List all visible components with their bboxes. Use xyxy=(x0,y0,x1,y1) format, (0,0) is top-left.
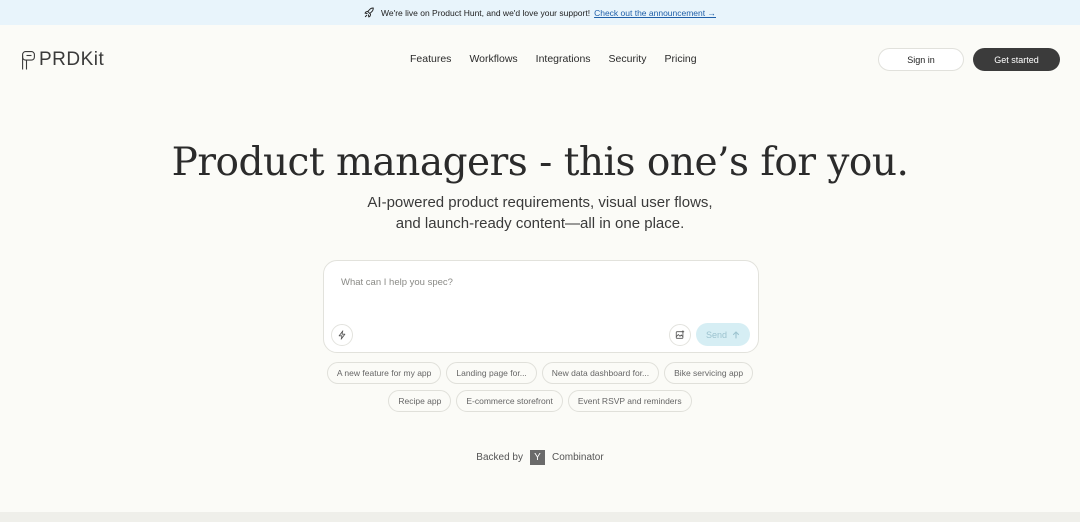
lightning-icon xyxy=(338,330,346,340)
suggestion-chip[interactable]: Landing page for... xyxy=(446,362,537,384)
rocket-icon xyxy=(364,7,375,18)
hero-subtitle-line-2: and launch-ready content—all in one plac… xyxy=(395,215,685,232)
nav-link-security[interactable]: Security xyxy=(609,53,647,65)
send-button[interactable]: Send xyxy=(696,323,750,346)
announcement-bar: We're live on Product Hunt, and we'd lov… xyxy=(0,0,1080,25)
top-nav: PRDKit Features Workflows Integrations S… xyxy=(0,25,1080,95)
brand-logo[interactable]: PRDKit xyxy=(22,49,104,71)
suggestion-chip[interactable]: E-commerce storefront xyxy=(456,390,563,412)
arrow-up-icon xyxy=(732,330,740,339)
suggestion-chip[interactable]: New data dashboard for... xyxy=(541,362,660,384)
image-add-icon xyxy=(675,330,685,339)
nav-link-integrations[interactable]: Integrations xyxy=(536,53,591,65)
nav-link-workflows[interactable]: Workflows xyxy=(469,53,517,65)
hero-title: Product managers - this one’s for you. xyxy=(171,140,909,185)
nav-link-pricing[interactable]: Pricing xyxy=(664,53,696,65)
suggestion-row-1: A new feature for my app Landing page fo… xyxy=(0,362,1080,384)
send-label: Send xyxy=(705,329,728,340)
backed-by-suffix: Combinator xyxy=(552,452,604,463)
footer-strip xyxy=(0,512,1080,522)
suggestion-chip[interactable]: A new feature for my app xyxy=(326,362,442,384)
attach-image-button[interactable] xyxy=(669,324,691,346)
get-started-button[interactable]: Get started xyxy=(973,48,1060,71)
backed-by-prefix: Backed by xyxy=(476,452,523,463)
hero-subtitle-line-1: AI-powered product requirements, visual … xyxy=(367,194,713,211)
backed-by: Backed by Y Combinator xyxy=(0,450,1080,465)
announcement-link[interactable]: Check out the announcement → xyxy=(594,8,716,18)
prompt-box: Send xyxy=(323,260,759,353)
suggestion-chip[interactable]: Recipe app xyxy=(388,390,452,412)
suggestion-chip[interactable]: Event RSVP and reminders xyxy=(567,390,692,412)
suggestion-chip[interactable]: Bike servicing app xyxy=(664,362,754,384)
brand-name: PRDKit xyxy=(39,49,105,70)
prdkit-logo-mark xyxy=(22,50,35,69)
y-combinator-logo: Y xyxy=(530,450,545,465)
hero-subtitle: AI-powered product requirements, visual … xyxy=(0,192,1080,234)
announcement-text: We're live on Product Hunt, and we'd lov… xyxy=(380,7,591,18)
suggestion-row-2: Recipe app E-commerce storefront Event R… xyxy=(0,390,1080,412)
nav-link-features[interactable]: Features xyxy=(410,53,451,65)
enhance-prompt-button[interactable] xyxy=(331,324,353,346)
nav-links: Features Workflows Integrations Security… xyxy=(410,53,715,65)
sign-in-button[interactable]: Sign in xyxy=(878,48,964,71)
prompt-input[interactable] xyxy=(341,273,741,291)
